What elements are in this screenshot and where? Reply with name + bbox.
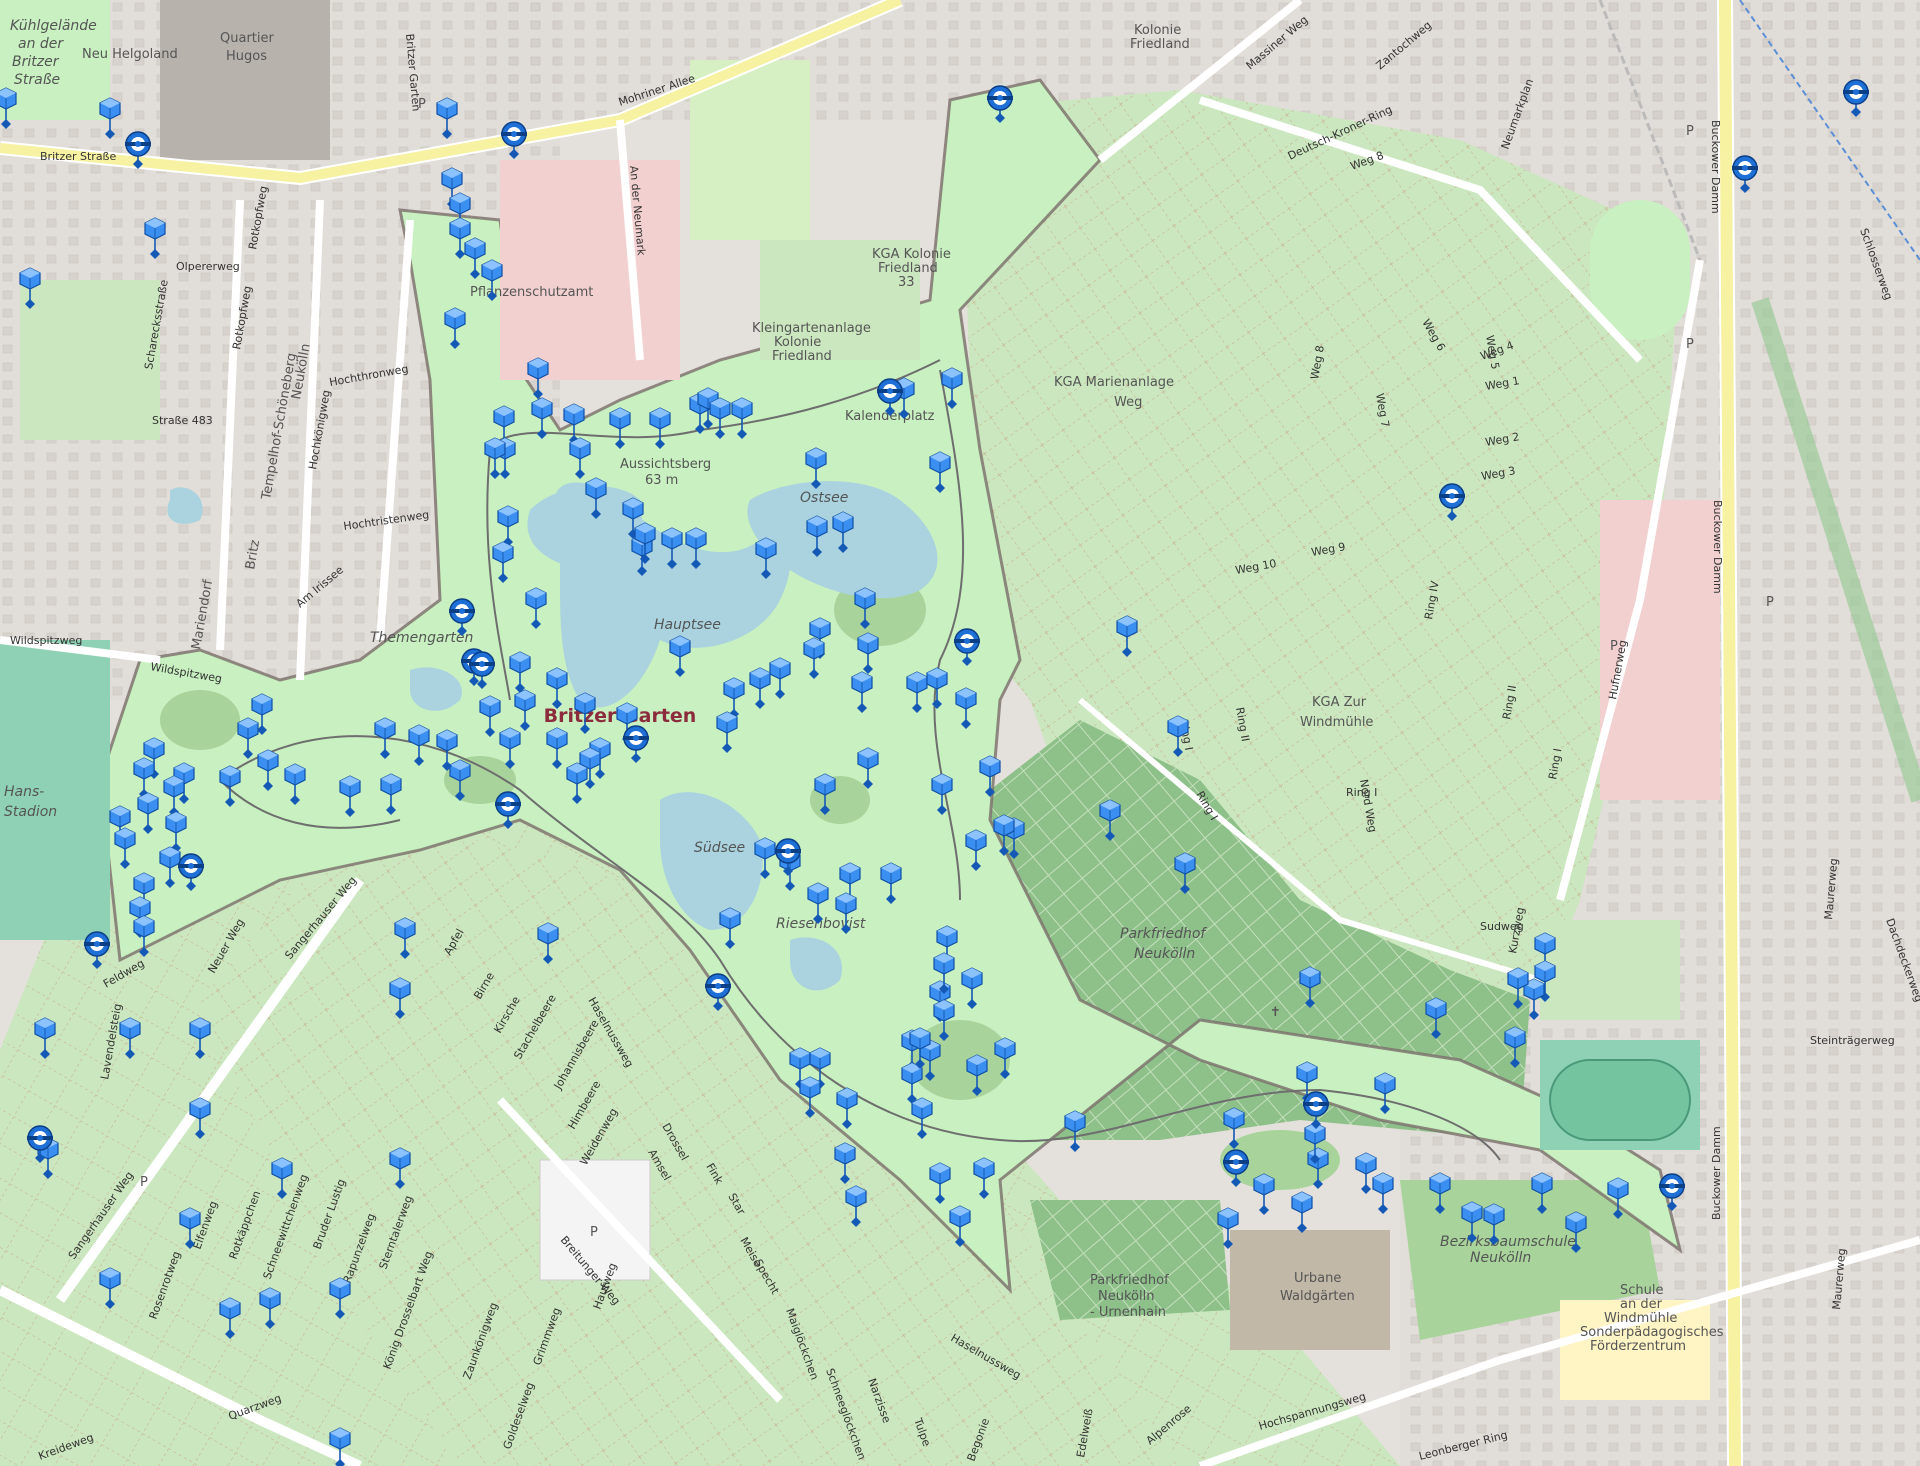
- label-kga-friedland-3: 33: [898, 275, 915, 290]
- street-buckower-damm-1: Buckower Damm: [1709, 120, 1722, 214]
- parking-icon: P: [590, 1225, 598, 1240]
- label-schule-2: an der: [1620, 1297, 1663, 1312]
- label-parkfriedhof: Parkfriedhof: [1120, 926, 1207, 942]
- street-buckower-damm-2: Buckower Damm: [1711, 500, 1724, 594]
- street-strasse-483: Straße 483: [152, 414, 213, 427]
- map-canvas[interactable]: Britzer Garten Hauptsee Ostsee Südsee Th…: [0, 0, 1920, 1466]
- pflanzenschutzamt-area: [500, 160, 680, 380]
- label-kga-friedland: KGA Kolonie: [872, 247, 951, 262]
- label-kga-marien-weg: Weg: [1114, 395, 1142, 410]
- label-kuehlgelaende-2: an der: [18, 36, 64, 52]
- parking-icon: P: [1686, 337, 1694, 352]
- parking-icon: P: [1766, 595, 1774, 610]
- parking-icon: P: [1610, 639, 1618, 654]
- label-themengarten: Themengarten: [370, 630, 473, 646]
- parking-icon: P: [140, 1175, 148, 1190]
- label-neu-helgoland: Neu Helgoland: [82, 47, 178, 62]
- label-friedland-ii: Kleingartenanlage: [752, 321, 871, 336]
- label-kuehlgelaende-3: Britzer: [12, 54, 60, 70]
- parking-area: [539, 1159, 651, 1281]
- label-hauptsee: Hauptsee: [654, 617, 721, 633]
- label-quartier: Quartier: [220, 31, 274, 46]
- label-suedsee: Südsee: [694, 840, 745, 856]
- label-friedland-ii-3: Friedland: [772, 349, 832, 364]
- label-ostsee: Ostsee: [800, 490, 848, 506]
- label-kga-windmuehle-2: Windmühle: [1300, 715, 1373, 730]
- label-aussichtsberg-height: 63 m: [645, 473, 678, 488]
- label-kga-windmuehle: KGA Zur: [1312, 695, 1367, 710]
- label-friedland-ii-2: Kolonie: [774, 335, 821, 350]
- label-kolonie-friedland: Kolonie: [1134, 23, 1181, 38]
- running-track: [1549, 1059, 1691, 1141]
- label-bezirksbaumschule: Bezirksbaumschule: [1440, 1234, 1576, 1250]
- label-bezirksbaumschule-2: Neukölln: [1470, 1250, 1531, 1266]
- sports-field: [1540, 920, 1680, 1020]
- label-kga-friedland-2: Friedland: [878, 261, 938, 276]
- label-aussichtsberg: Aussichtsberg: [620, 457, 711, 472]
- quartier-hugos: [160, 0, 330, 160]
- street-wildspitzweg: Wildspitzweg: [10, 634, 82, 647]
- label-schule-3: Windmühle: [1604, 1311, 1677, 1326]
- map-svg[interactable]: Britzer Garten Hauptsee Ostsee Südsee Th…: [0, 0, 1920, 1466]
- label-schule-5: Förderzentrum: [1590, 1339, 1686, 1354]
- label-urnenhain-3: - Urnenhain: [1090, 1305, 1166, 1320]
- street-britzer-strasse: Britzer Straße: [40, 150, 116, 163]
- label-schule: Schule: [1620, 1283, 1664, 1298]
- label-waldgaerten: Waldgärten: [1280, 1289, 1355, 1304]
- label-kuehlgelaende: Kühlgelände: [10, 18, 97, 34]
- label-kolonie-friedland-2: Friedland: [1130, 37, 1190, 52]
- label-schule-4: Sonderpädagogisches: [1580, 1325, 1724, 1340]
- kuehlgelaende: [20, 280, 160, 440]
- label-urbane: Urbane: [1294, 1271, 1341, 1286]
- label-stadion: Stadion: [4, 804, 57, 820]
- label-parkfriedhof-2: Neukölln: [1134, 946, 1195, 962]
- street-buckower-damm-3: Buckower Damm: [1710, 1126, 1723, 1220]
- label-kga-marien: KGA Marienanlage: [1054, 375, 1174, 390]
- label-pflanzenschutzamt: Pflanzenschutzamt: [470, 285, 593, 300]
- parking-icon: P: [418, 97, 426, 112]
- street-steintraegerweg: Steinträgerweg: [1810, 1034, 1895, 1047]
- cemetery-cross-icon: ✝: [1270, 1005, 1281, 1020]
- label-hans: Hans-: [4, 784, 44, 800]
- label-urnenhain: Parkfriedhof: [1090, 1273, 1169, 1288]
- label-kuehlgelaende-4: Straße: [14, 72, 60, 88]
- label-urnenhain-2: Neukölln: [1098, 1289, 1154, 1304]
- woodland: [160, 690, 240, 750]
- parking-icon: P: [1686, 124, 1694, 139]
- street-olpererweg: Olpererweg: [176, 260, 240, 273]
- label-hugos: Hugos: [226, 49, 267, 64]
